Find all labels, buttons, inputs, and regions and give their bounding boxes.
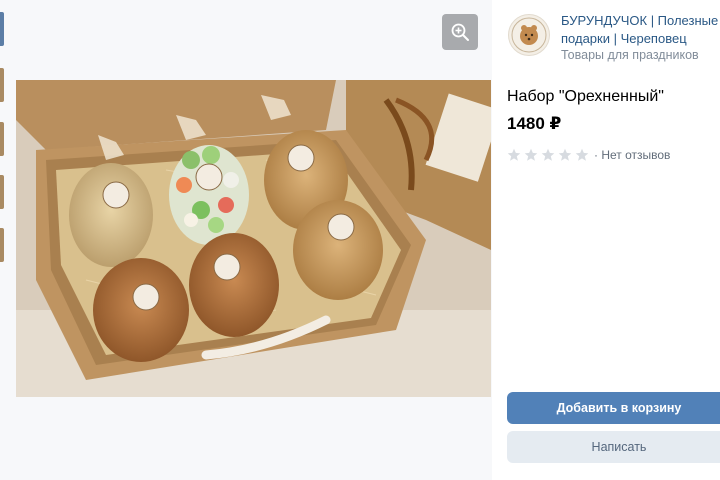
add-to-cart-button[interactable]: Добавить в корзину bbox=[507, 392, 720, 424]
photo-viewer bbox=[0, 0, 492, 480]
chipmunk-logo-icon bbox=[511, 17, 547, 53]
add-to-cart-label: Добавить в корзину bbox=[556, 401, 682, 415]
thumbnail-1[interactable] bbox=[0, 12, 4, 46]
star-icon bbox=[575, 148, 589, 161]
reviews-link[interactable]: · Нет отзывов bbox=[594, 148, 670, 162]
product-modal: БУРУНДУЧОК | Полезные подарки | Черепове… bbox=[0, 0, 720, 480]
product-photo[interactable] bbox=[16, 80, 491, 397]
zoom-in-icon bbox=[451, 23, 469, 41]
thumbnail-3[interactable] bbox=[0, 122, 4, 156]
write-message-label: Написать bbox=[591, 440, 647, 454]
zoom-button[interactable] bbox=[442, 14, 478, 50]
write-message-button[interactable]: Написать bbox=[507, 431, 720, 463]
shop-avatar[interactable] bbox=[508, 14, 550, 56]
product-title: Набор "Орехненный" bbox=[507, 88, 664, 105]
thumbnail-5[interactable] bbox=[0, 228, 4, 262]
star-icon bbox=[507, 148, 521, 161]
star-icon bbox=[541, 148, 555, 161]
star-icon bbox=[558, 148, 572, 161]
product-info-panel: БУРУНДУЧОК | Полезные подарки | Черепове… bbox=[492, 0, 720, 480]
shop-name-link[interactable]: БУРУНДУЧОК | Полезные подарки | Черепове… bbox=[561, 12, 720, 48]
shop-category: Товары для праздников bbox=[561, 48, 699, 62]
thumbnail-4[interactable] bbox=[0, 175, 4, 209]
rating-row: · Нет отзывов bbox=[507, 148, 670, 162]
star-icon bbox=[524, 148, 538, 161]
thumbnail-2[interactable] bbox=[0, 68, 4, 102]
product-price: 1480 ₽ bbox=[507, 114, 562, 133]
